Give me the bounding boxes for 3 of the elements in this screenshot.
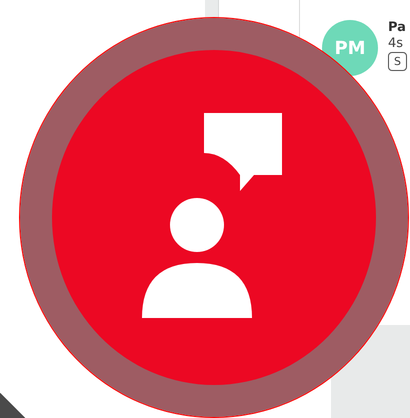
contact-name: Pa bbox=[388, 20, 407, 35]
contact-detail: 4s bbox=[388, 36, 404, 51]
small-button[interactable]: S bbox=[388, 52, 407, 71]
